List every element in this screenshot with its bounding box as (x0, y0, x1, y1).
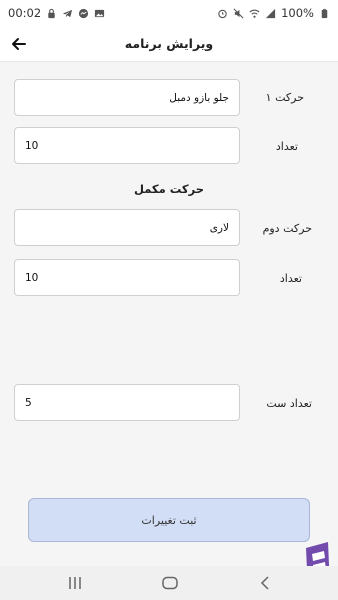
status-left: 00:02 (8, 6, 105, 20)
count2-input[interactable] (14, 259, 240, 296)
mute-icon (233, 8, 244, 18)
arrow-left-icon[interactable] (8, 33, 30, 55)
battery-icon (321, 8, 328, 18)
back-icon[interactable] (256, 574, 274, 592)
battery-percent: 100% (281, 6, 314, 20)
wifi-icon (249, 9, 260, 18)
status-bar: 00:02 100% (0, 0, 338, 26)
move2-input[interactable] (14, 209, 240, 246)
sets-label: تعداد ست (266, 397, 312, 410)
lock-icon (48, 8, 55, 18)
status-right: 100% (217, 6, 330, 20)
page-title: ویرایش برنامه (124, 36, 214, 51)
recents-icon[interactable] (66, 574, 84, 592)
messenger-icon (79, 8, 89, 18)
move2-label: حرکت دوم (262, 222, 312, 235)
complement-heading: حرکت مکمل (133, 182, 205, 196)
home-icon[interactable] (161, 574, 179, 592)
count1-input[interactable] (14, 127, 240, 164)
app-bar: ویرایش برنامه (0, 26, 338, 62)
system-nav-bar (0, 566, 338, 600)
count2-label: تعداد (279, 272, 302, 285)
signal-icon (266, 8, 276, 18)
save-changes-button[interactable]: ثبت تغییرات (28, 498, 310, 542)
alarm-icon (218, 9, 227, 18)
status-time: 00:02 (8, 6, 42, 20)
move1-label: حرکت ۱ (265, 91, 304, 104)
sets-input[interactable] (14, 384, 240, 421)
move1-input[interactable] (14, 79, 240, 116)
count1-label: تعداد (275, 140, 298, 153)
telegram-icon (63, 9, 73, 17)
gallery-icon (95, 9, 105, 17)
